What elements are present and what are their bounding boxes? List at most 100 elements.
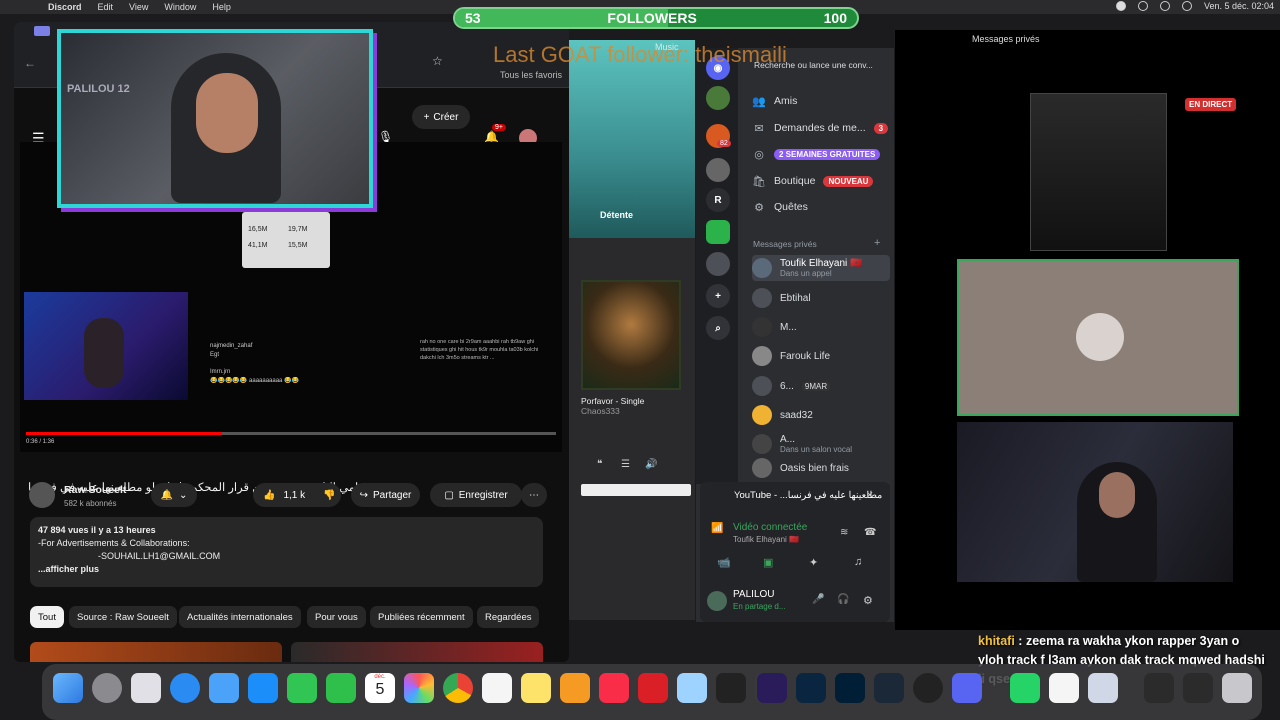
dm-item[interactable]: Farouk Life	[752, 343, 890, 369]
preview-icon[interactable]	[677, 673, 707, 703]
finder-icon[interactable]	[53, 673, 83, 703]
settings-icon[interactable]: ⚙	[863, 594, 873, 607]
chrome-icon[interactable]	[443, 673, 473, 703]
menu-view[interactable]: View	[129, 2, 148, 12]
user-name[interactable]: PALILOU	[733, 589, 775, 600]
subscribe-bell-button[interactable]: 🔔 ⌄	[151, 483, 197, 507]
server-icon[interactable]	[706, 252, 730, 276]
dm-item[interactable]: A... Dans un salon vocal	[752, 431, 890, 457]
photos-icon[interactable]	[404, 673, 434, 703]
share-button[interactable]: ↪ Partager	[351, 483, 420, 507]
detente-label[interactable]: Détente	[600, 210, 633, 220]
whatsapp-icon[interactable]	[1010, 673, 1040, 703]
system-settings-icon[interactable]	[92, 673, 122, 703]
server-icon[interactable]	[706, 158, 730, 182]
new-tab-icon[interactable]	[34, 26, 50, 36]
call-participant-tile[interactable]	[957, 259, 1239, 416]
show-more[interactable]: ...afficher plus	[38, 563, 535, 576]
camera-icon[interactable]: 📹	[717, 556, 731, 569]
thumbnail[interactable]	[291, 642, 543, 662]
trash-icon[interactable]	[1222, 673, 1252, 703]
safari-icon[interactable]	[170, 673, 200, 703]
nav-nitro[interactable]: ◎ 2 SEMAINES GRATUITES	[752, 147, 881, 161]
nav-friends[interactable]: 👥 Amis	[752, 94, 797, 108]
video-progress-bar[interactable]	[26, 432, 556, 435]
premiere-icon[interactable]	[757, 673, 787, 703]
volume-icon[interactable]: 🔊	[645, 459, 657, 470]
mail-icon[interactable]	[209, 673, 239, 703]
dm-item[interactable]: Ebtihal	[752, 285, 890, 311]
discover-icon[interactable]: ⌕	[706, 316, 730, 340]
back-icon[interactable]: ←	[24, 56, 36, 70]
chip-for-you[interactable]: Pour vous	[307, 606, 366, 628]
menu-app-name[interactable]: Discord	[48, 2, 82, 12]
record-icon[interactable]	[1115, 1, 1126, 11]
youtube-activity[interactable]: YouTube - ...مطلعينها عليه في فرنسا	[734, 490, 882, 501]
mic-icon[interactable]: 🎤	[812, 594, 824, 605]
reminders-icon[interactable]	[482, 673, 512, 703]
channel-name[interactable]: Raw Soueelt	[64, 484, 126, 496]
notes-icon[interactable]	[521, 673, 551, 703]
noise-icon[interactable]: ≋	[840, 527, 848, 538]
pages-icon[interactable]	[560, 673, 590, 703]
steam-icon[interactable]	[874, 673, 904, 703]
like-button[interactable]: 👍 1,1 k 👎	[253, 483, 341, 507]
close-activity-icon[interactable]: ✕	[866, 490, 874, 501]
discord-icon[interactable]	[952, 673, 982, 703]
calendar-icon[interactable]: déc. 5	[365, 673, 395, 703]
activities-icon[interactable]: ✦	[809, 556, 818, 569]
server-r-icon[interactable]: R	[706, 188, 730, 212]
dm-item[interactable]: 6... 9MAR	[752, 373, 890, 399]
nav-quests[interactable]: ⚙ Quêtes	[752, 200, 808, 214]
dm-item-toufik[interactable]: Toufik Elhayani 🇲🇦 Dans un appel	[752, 255, 890, 281]
album-title[interactable]: Porfavor - Single	[581, 396, 644, 406]
wifi-icon[interactable]	[1159, 1, 1170, 11]
chip-source[interactable]: Source : Raw Soueelt	[69, 606, 177, 628]
lyrics-icon[interactable]: ❝	[597, 459, 602, 470]
soundboard-icon[interactable]: ♫	[854, 556, 862, 568]
dm-item[interactable]: Oasis bien frais	[752, 458, 890, 478]
chip-watched[interactable]: Regardées	[477, 606, 540, 628]
thumbnail[interactable]	[30, 642, 282, 662]
messages-icon[interactable]	[287, 673, 317, 703]
chip-recent[interactable]: Publiées récemment	[370, 606, 473, 628]
nav-requests[interactable]: ✉ Demandes de me... 3	[752, 121, 889, 135]
photoshop-icon[interactable]	[835, 673, 865, 703]
headphones-icon[interactable]: 🎧	[837, 594, 849, 605]
chip-international[interactable]: Actualités internationales	[179, 606, 301, 628]
dm-item[interactable]: M...	[752, 314, 890, 340]
video-description[interactable]: 47 894 vues il y a 13 heures -For Advert…	[30, 517, 543, 587]
add-server-icon[interactable]: +	[706, 284, 730, 308]
volume-slider[interactable]	[581, 484, 691, 496]
menu-edit[interactable]: Edit	[98, 2, 114, 12]
music-icon[interactable]	[599, 673, 629, 703]
minimized-window-icon[interactable]	[1183, 673, 1213, 703]
clock[interactable]: Ven. 5 déc. 02:04	[1204, 1, 1274, 11]
dm-item[interactable]: saad32	[752, 402, 890, 428]
more-button[interactable]: ⋯	[521, 483, 547, 507]
minimized-window-icon[interactable]	[1144, 673, 1174, 703]
add-dm-icon[interactable]: +	[874, 237, 880, 249]
bookmark-star-icon[interactable]: ☆	[432, 54, 443, 68]
screen-share-icon[interactable]: ▣	[763, 556, 773, 569]
drive-icon[interactable]	[1049, 673, 1079, 703]
menu-window[interactable]: Window	[164, 2, 196, 12]
channel-avatar[interactable]	[29, 482, 55, 508]
app-store-icon[interactable]	[248, 673, 278, 703]
preview-window-icon[interactable]	[1088, 673, 1118, 703]
bookmarks-label[interactable]: Tous les favoris	[500, 70, 562, 80]
nav-shop[interactable]: 🛍 Boutique NOUVEAU	[752, 174, 874, 188]
capcut-icon[interactable]	[716, 673, 746, 703]
disconnect-icon[interactable]: ☎	[864, 527, 876, 538]
queue-icon[interactable]: ☰	[621, 459, 630, 470]
battery-icon[interactable]	[1181, 1, 1192, 11]
lightroom-classic-icon[interactable]	[796, 673, 826, 703]
server-icon[interactable]	[706, 86, 730, 110]
create-button[interactable]: + Créer	[412, 105, 470, 129]
discord-status-icon[interactable]	[1137, 1, 1148, 11]
menu-help[interactable]: Help	[212, 2, 231, 12]
user-avatar[interactable]	[707, 591, 727, 611]
album-artist[interactable]: Chaos333	[581, 406, 620, 416]
facetime-icon[interactable]	[326, 673, 356, 703]
launchpad-icon[interactable]	[131, 673, 161, 703]
